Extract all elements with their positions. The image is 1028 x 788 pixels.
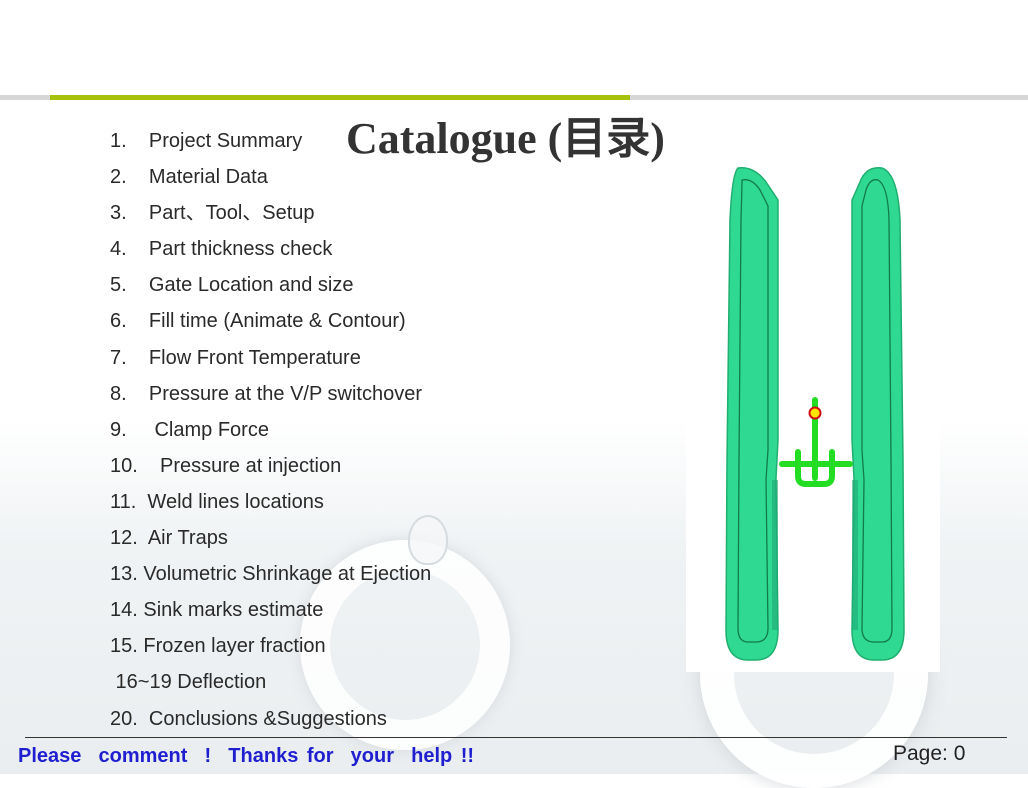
catalogue-list: 1. Project Summary 2. Material Data 3. P… <box>110 126 431 740</box>
right-part <box>851 167 905 661</box>
catalogue-item: 15. Frozen layer fraction <box>110 635 326 658</box>
left-part-shade <box>772 480 778 630</box>
part-model-figure <box>725 167 905 661</box>
catalogue-item: 12. Air Traps <box>110 527 228 550</box>
left-part <box>725 167 779 661</box>
catalogue-item: 11. Weld lines locations <box>110 490 324 513</box>
catalogue-item: 7. Flow Front Temperature <box>110 346 361 369</box>
catalogue-item: 1. Project Summary <box>110 130 303 152</box>
catalogue-item: 6. Fill time (Animate & Contour) <box>110 310 406 333</box>
catalogue-item: 16~19 Deflection <box>110 671 267 694</box>
page-number: Page: 0 <box>893 742 966 765</box>
catalogue-item: 10. Pressure at injection <box>110 454 342 477</box>
catalogue-item: 14. Sink marks estimate <box>110 599 324 622</box>
catalogue-item: 13. Volumetric Shrinkage at Ejection <box>110 563 432 586</box>
footer-comment: Please comment ! Thanks for your help !! <box>18 745 475 767</box>
catalogue-item: 2. Material Data <box>110 166 268 189</box>
catalogue-item: 8. Pressure at the V/P switchover <box>110 382 422 405</box>
injection-point-icon <box>808 406 822 420</box>
catalogue-item: 9. Clamp Force <box>110 418 269 441</box>
footer-rule <box>25 737 1007 738</box>
catalogue-item: 4. Part thickness check <box>110 238 333 261</box>
header-accent-rule <box>50 95 630 100</box>
catalogue-item: 3. Part、Tool、Setup <box>110 202 315 225</box>
catalogue-item: 20. Conclusions &Suggestions <box>110 707 387 730</box>
catalogue-item: 5. Gate Location and size <box>110 274 354 297</box>
right-part-shade <box>852 480 858 630</box>
